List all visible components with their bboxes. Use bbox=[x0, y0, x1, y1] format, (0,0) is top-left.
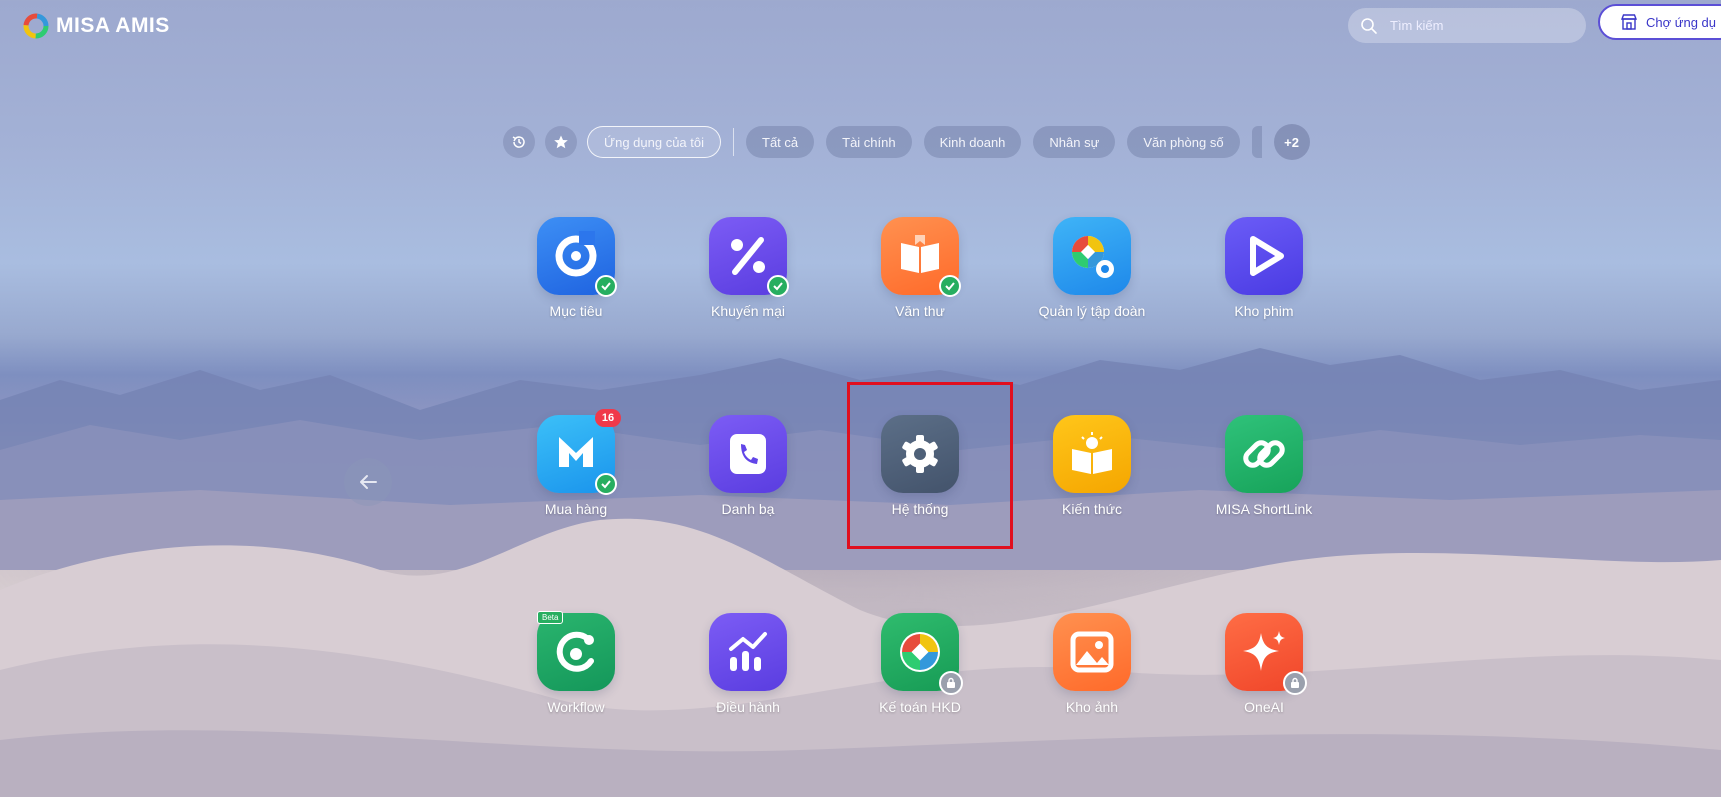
gear-icon bbox=[902, 435, 938, 473]
app-icon-tile[interactable] bbox=[709, 415, 787, 493]
workflow-icon bbox=[556, 631, 594, 672]
app-label: Mua hàng bbox=[544, 501, 608, 517]
app-label: Kho ảnh bbox=[1065, 699, 1119, 715]
app-icon-tile[interactable] bbox=[709, 217, 789, 297]
app-dieu-hanh[interactable]: Điều hành bbox=[668, 613, 828, 715]
tab-overflow-partial[interactable] bbox=[1251, 126, 1262, 158]
app-label: Mục tiêu bbox=[549, 303, 603, 319]
brand-name: MISA AMIS bbox=[56, 14, 170, 37]
app-khuyen-mai[interactable]: Khuyến mại bbox=[668, 217, 828, 319]
app-label: Văn thư bbox=[895, 303, 945, 319]
tab-business[interactable]: Kinh doanh bbox=[923, 126, 1022, 158]
app-label: Kho phim bbox=[1234, 303, 1294, 319]
app-quan-ly-tap-doan[interactable]: Quản lý tập đoàn bbox=[1012, 217, 1172, 319]
app-kho-anh[interactable]: Kho ảnh bbox=[1012, 613, 1172, 715]
app-label: Khuyến mại bbox=[711, 303, 785, 319]
tab-hr[interactable]: Nhân sự bbox=[1033, 126, 1116, 158]
search-input[interactable] bbox=[1388, 17, 1572, 34]
brand-logo[interactable]: MISA AMIS bbox=[22, 12, 170, 40]
tab-finance[interactable]: Tài chính bbox=[826, 126, 912, 158]
app-label: Quản lý tập đoàn bbox=[1038, 303, 1146, 319]
misa-ring-logo bbox=[23, 13, 49, 39]
installed-check-icon bbox=[939, 275, 961, 297]
search-box[interactable] bbox=[1348, 8, 1586, 43]
app-icon-tile[interactable] bbox=[1053, 613, 1131, 691]
app-he-thong[interactable]: Hệ thống bbox=[840, 415, 1000, 517]
lock-icon bbox=[1283, 671, 1307, 695]
tab-digital-office[interactable]: Văn phòng số bbox=[1127, 126, 1240, 158]
app-icon-tile[interactable] bbox=[1225, 217, 1303, 295]
app-oneai[interactable]: OneAI bbox=[1184, 613, 1344, 715]
app-icon-tile[interactable]: Beta bbox=[537, 611, 615, 691]
image-icon bbox=[1070, 631, 1114, 673]
app-icon-tile[interactable] bbox=[1225, 415, 1303, 493]
installed-check-icon bbox=[767, 275, 789, 297]
lock-icon bbox=[939, 671, 963, 695]
category-filter-bar: Ứng dụng của tôi Tất cả Tài chính Kinh d… bbox=[503, 124, 1310, 160]
notification-badge: 16 bbox=[595, 409, 621, 427]
app-icon-tile[interactable] bbox=[881, 613, 963, 695]
app-mua-hang[interactable]: 16 Mua hàng bbox=[496, 409, 656, 517]
group-management-icon bbox=[1072, 236, 1114, 278]
app-label: Kiến thức bbox=[1062, 501, 1122, 517]
installed-check-icon bbox=[595, 275, 617, 297]
history-icon bbox=[512, 136, 525, 148]
app-icon-tile[interactable] bbox=[1225, 613, 1307, 695]
app-van-thu[interactable]: Văn thư bbox=[840, 217, 1000, 319]
app-misa-shortlink[interactable]: MISA ShortLink bbox=[1184, 415, 1344, 517]
favorite-apps-button[interactable] bbox=[545, 126, 577, 158]
app-label: Danh bạ bbox=[721, 501, 775, 517]
app-icon-tile[interactable] bbox=[881, 415, 959, 493]
app-market-button[interactable]: Chợ ứng dụ bbox=[1598, 4, 1721, 40]
search-icon bbox=[1361, 17, 1377, 34]
chart-icon bbox=[729, 632, 767, 671]
app-label: MISA ShortLink bbox=[1215, 501, 1313, 517]
sparkle-icon bbox=[1243, 631, 1285, 671]
app-icon-tile[interactable] bbox=[537, 217, 617, 297]
more-categories-button[interactable]: +2 bbox=[1273, 124, 1310, 160]
app-ke-toan-hkd[interactable]: Kế toán HKD bbox=[840, 613, 1000, 715]
installed-check-icon bbox=[595, 473, 617, 495]
purchase-icon bbox=[559, 437, 593, 467]
recent-apps-button[interactable] bbox=[503, 126, 535, 158]
percent-icon bbox=[731, 237, 765, 275]
store-icon bbox=[1620, 14, 1638, 30]
tab-my-apps[interactable]: Ứng dụng của tôi bbox=[587, 126, 722, 158]
app-kho-phim[interactable]: Kho phim bbox=[1184, 217, 1344, 319]
app-icon-tile[interactable] bbox=[1053, 415, 1131, 493]
knowledge-book-icon bbox=[1072, 432, 1112, 474]
app-icon-tile[interactable] bbox=[709, 613, 787, 691]
previous-page-button[interactable] bbox=[344, 458, 392, 506]
app-icon-tile[interactable] bbox=[1053, 217, 1131, 295]
tab-all[interactable]: Tất cả bbox=[746, 126, 815, 158]
app-kien-thuc[interactable]: Kiến thức bbox=[1012, 415, 1172, 517]
app-label: Kế toán HKD bbox=[879, 699, 961, 715]
phone-book-icon bbox=[730, 434, 766, 474]
link-icon bbox=[1243, 440, 1285, 468]
accounting-icon bbox=[900, 632, 940, 672]
app-danh-ba[interactable]: Danh bạ bbox=[668, 415, 828, 517]
target-icon bbox=[555, 231, 597, 277]
beta-tag: Beta bbox=[537, 611, 564, 624]
app-label: OneAI bbox=[1244, 699, 1284, 715]
book-icon bbox=[901, 235, 939, 273]
app-label: Workflow bbox=[547, 699, 605, 715]
app-label: Hệ thống bbox=[891, 501, 949, 517]
app-market-label: Chợ ứng dụ bbox=[1646, 14, 1716, 30]
app-icon-tile[interactable]: 16 bbox=[537, 409, 621, 495]
arrow-left-icon bbox=[360, 475, 377, 489]
app-muc-tieu[interactable]: Mục tiêu bbox=[496, 217, 656, 319]
play-icon bbox=[1250, 236, 1284, 276]
app-workflow[interactable]: Beta Workflow bbox=[496, 611, 656, 715]
star-icon bbox=[554, 135, 568, 149]
filter-divider bbox=[733, 128, 735, 156]
app-label: Điều hành bbox=[716, 699, 780, 715]
app-icon-tile[interactable] bbox=[881, 217, 961, 297]
